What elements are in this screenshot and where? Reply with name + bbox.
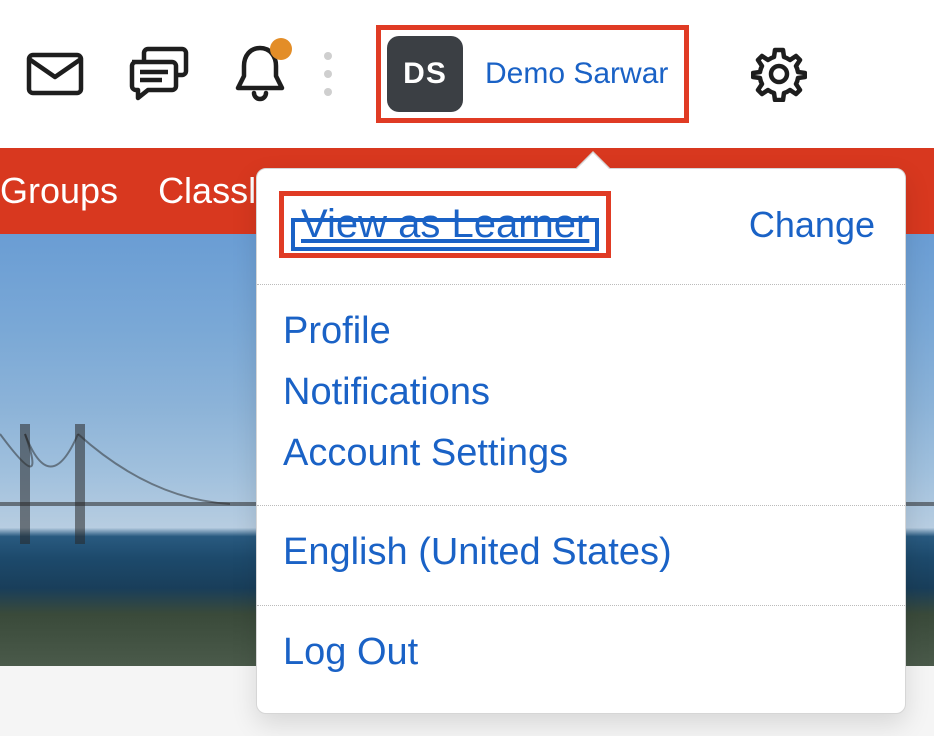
account-settings-link[interactable]: Account Settings: [283, 423, 879, 484]
change-link[interactable]: Change: [749, 204, 875, 246]
avatar: DS: [387, 36, 463, 112]
notifications-link[interactable]: Notifications: [283, 362, 879, 423]
dropdown-language-section: English (United States): [257, 506, 905, 606]
language-link[interactable]: English (United States): [283, 522, 879, 583]
dropdown-account-section: Profile Notifications Account Settings: [257, 285, 905, 506]
mail-icon[interactable]: [26, 52, 84, 96]
user-name: Demo Sarwar: [485, 57, 668, 91]
topbar: DS Demo Sarwar: [0, 0, 934, 148]
view-as-learner-link[interactable]: View as Learner: [301, 202, 589, 246]
more-options-icon[interactable]: [324, 52, 332, 96]
avatar-initials: DS: [403, 57, 447, 91]
user-menu-button[interactable]: DS Demo Sarwar: [376, 25, 689, 123]
highlight-box: View as Learner: [279, 191, 611, 258]
profile-link[interactable]: Profile: [283, 301, 879, 362]
messages-icon[interactable]: [128, 46, 190, 102]
notification-badge: [270, 38, 292, 60]
user-dropdown-menu: View as Learner Change Profile Notificat…: [256, 168, 906, 714]
gear-icon[interactable]: [751, 46, 807, 102]
nav-item-groups[interactable]: Groups: [0, 170, 118, 212]
dropdown-header-row: View as Learner Change: [257, 169, 905, 285]
logout-link[interactable]: Log Out: [283, 622, 879, 683]
notifications-bell-icon[interactable]: [234, 44, 286, 104]
nav-item-classlist[interactable]: Classli: [158, 170, 264, 212]
dropdown-logout-section: Log Out: [257, 606, 905, 713]
